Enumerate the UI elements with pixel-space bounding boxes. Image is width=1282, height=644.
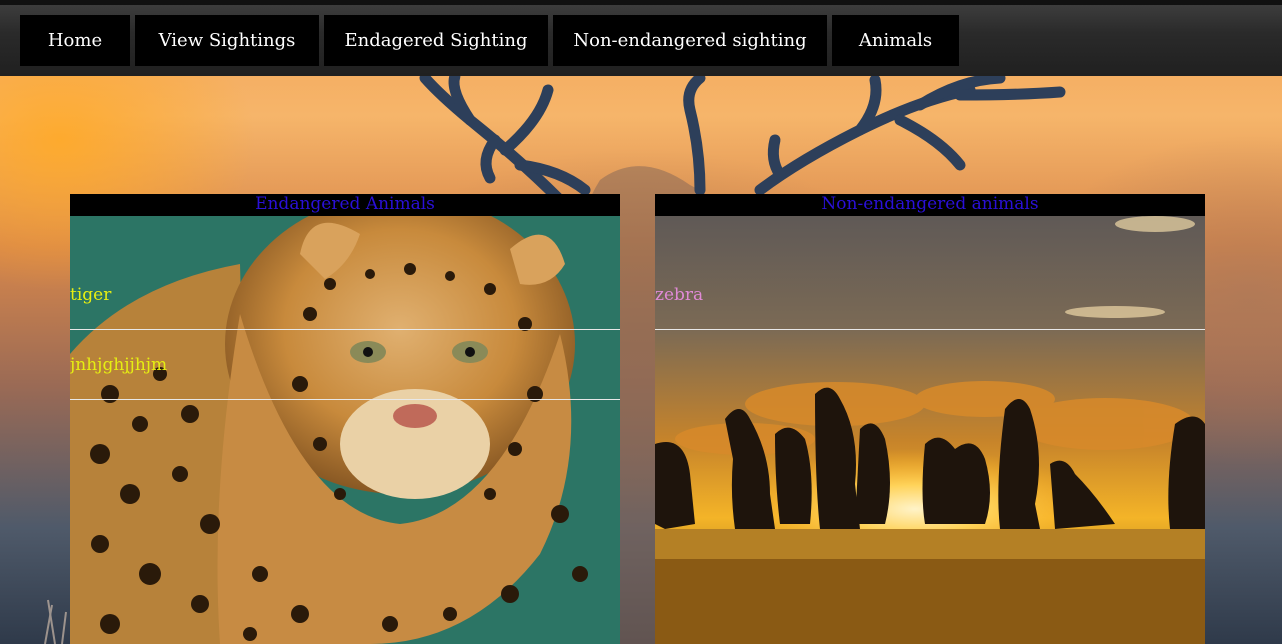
animal-name[interactable]: zebra	[655, 285, 703, 305]
nav-endangered-sighting[interactable]: Endagered Sighting	[324, 15, 548, 66]
nav-animals[interactable]: Animals	[832, 15, 959, 66]
endangered-list-item[interactable]: jnhjghjjhjm	[70, 330, 620, 400]
non-endangered-list-item[interactable]: zebra	[655, 260, 1205, 330]
animal-name[interactable]: tiger	[70, 285, 111, 305]
non-endangered-animals-panel: Non-endangered animals zebra	[655, 194, 1205, 644]
endangered-animals-panel: Endangered Animals tiger jnhjghjjhjm	[70, 194, 620, 644]
nav-home[interactable]: Home	[20, 15, 130, 66]
endangered-animals-heading: Endangered Animals	[70, 194, 620, 216]
nav-view-sightings[interactable]: View Sightings	[135, 15, 319, 66]
non-endangered-animals-heading: Non-endangered animals	[655, 194, 1205, 216]
main-nav: Home View Sightings Endagered Sighting N…	[20, 15, 959, 66]
top-navigation-bar: Home View Sightings Endagered Sighting N…	[0, 0, 1282, 76]
nav-non-endangered-sighting[interactable]: Non-endangered sighting	[553, 15, 827, 66]
endangered-list-item[interactable]: tiger	[70, 260, 620, 330]
page: Home View Sightings Endagered Sighting N…	[0, 0, 1282, 644]
animal-name[interactable]: jnhjghjjhjm	[70, 355, 167, 375]
